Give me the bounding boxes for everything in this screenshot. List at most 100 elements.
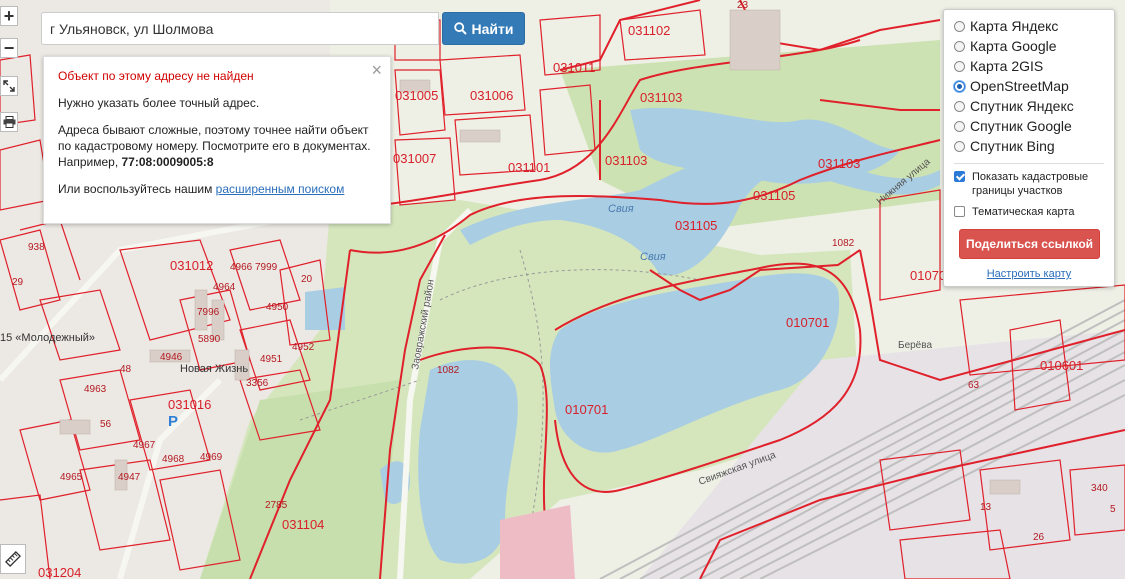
close-icon[interactable]: × [371,61,382,79]
parcel-label: 4968 [162,454,185,465]
map-type-list: Карта Яндекс Карта Google Карта 2GIS OpenSt… [954,16,1114,156]
map-type-option[interactable]: Спутник Яндекс [954,96,1114,116]
parcel-label: 48 [120,364,132,375]
radio-unselected[interactable] [954,40,965,52]
parcel-label: 7996 [197,307,220,318]
street-label: Берёва [898,340,932,351]
parcel-label: 63 [968,380,980,391]
parcel-label: 1082 [832,238,855,249]
map-type-option[interactable]: OpenStreetMap [954,76,1114,96]
popup-explanation: Адреса бывают сложные, поэтому точнее на… [58,123,371,169]
district-label: 15 «Молодежный» [0,332,95,344]
parcel-label: 4950 [266,302,289,313]
parcel-label: 1082 [437,365,460,376]
parcel-label: 7999 [255,262,278,273]
quarter-label: 031103 [605,153,647,168]
parcel-label: 5 [1110,504,1116,515]
checkbox-unchecked[interactable] [954,206,965,217]
place-label: Новая Жизнь [180,363,248,375]
not-found-popup: × Объект по этому адресу не найден Нужно… [43,56,391,224]
configure-map-link[interactable]: Настроить карту [954,268,1104,280]
zoom-in-button[interactable]: + [0,6,18,26]
quarter-label: 031102 [628,23,670,38]
thematic-toggle[interactable]: Тематическая карта [954,205,1114,219]
thematic-toggle-label: Тематическая карта [972,206,1075,218]
parcel-label: 56 [100,419,112,430]
checkbox-checked[interactable] [954,171,965,182]
quarter-label: 031016 [168,397,211,412]
parcel-label: 4946 [160,352,183,363]
quarter-label: 031101 [508,160,550,175]
radio-unselected[interactable] [954,120,965,132]
parcel-label: 4969 [200,452,223,463]
layers-panel: Карта Яндекс Карта Google Карта 2GIS OpenSt… [943,9,1115,287]
print-icon[interactable] [0,112,18,132]
parcel-label: 4951 [260,354,283,365]
search-button-label: Найти [471,20,514,37]
parcel-label: 26 [1033,532,1045,543]
parcel-label: 2785 [265,500,288,511]
parcel-label: 4947 [118,472,141,483]
parcel-label: 4952 [292,342,315,353]
popup-advanced-hint: Или воспользуйтесь нашим расширенным пои… [58,182,345,196]
map-type-label: Спутник Яндекс [970,98,1074,114]
map-type-option[interactable]: Спутник Google [954,116,1114,136]
quarter-label: 031104 [282,517,324,532]
radio-unselected[interactable] [954,20,965,32]
popup-hint: Нужно указать более точный адрес. [58,96,260,110]
quarter-label: 031105 [753,188,795,203]
radio-unselected[interactable] [954,60,965,72]
cadastral-example: 77:08:0009005:8 [121,155,214,169]
parking-icon: P [168,413,178,430]
parcel-label: 4967 [133,440,156,451]
address-search-input[interactable] [41,12,439,45]
river-label: Свия [608,203,634,215]
river-label: Свия [640,251,666,263]
quarter-label: 031103 [818,156,860,171]
map-type-label: Карта Google [970,38,1057,54]
parcel-label: 4963 [84,384,107,395]
radio-unselected[interactable] [954,140,965,152]
map-type-option[interactable]: Карта 2GIS [954,56,1114,76]
parcel-label: 29 [12,277,24,288]
map-type-option[interactable]: Карта Яндекс [954,16,1114,36]
quarter-label: 031011 [553,60,595,75]
map-type-label: Спутник Bing [970,138,1055,154]
parcel-label: 5890 [198,334,221,345]
quarter-label: 031007 [393,151,436,166]
cadastral-toggle-label: Показать кадастровые границы участков [972,171,1089,197]
parcel-label: 938 [28,242,45,253]
quarter-label: 031006 [470,88,513,103]
quarter-label: 010701 [565,402,608,417]
ruler-icon[interactable] [0,544,26,574]
map-type-label: OpenStreetMap [970,78,1069,94]
map-type-label: Карта Яндекс [970,18,1059,34]
map-type-label: Спутник Google [970,118,1072,134]
radio-unselected[interactable] [954,100,965,112]
cadastral-toggle[interactable]: Показать кадастровые границы участков [954,170,1114,198]
advanced-search-link[interactable]: расширенным поиском [216,182,345,196]
map-type-option[interactable]: Карта Google [954,36,1114,56]
fullscreen-icon[interactable] [0,76,18,96]
search-icon [453,22,467,35]
quarter-label: 031012 [170,258,213,273]
map-type-label: Карта 2GIS [970,58,1044,74]
quarter-label: 031105 [675,218,717,233]
share-link-button[interactable]: Поделиться ссылкой [959,229,1100,259]
parcel-label: 4964 [213,282,236,293]
quarter-label: 031005 [395,88,438,103]
parcel-label: 4965 [60,472,83,483]
parcel-label: 340 [1091,483,1108,494]
parcel-label: 23 [737,0,749,11]
parcel-label: 4966 [230,262,253,273]
parcel-label: 13 [980,502,992,513]
map-type-option[interactable]: Спутник Bing [954,136,1114,156]
quarter-label: 010701 [786,315,829,330]
radio-selected[interactable] [954,80,965,92]
pond-sw [305,287,345,330]
search-button[interactable]: Найти [442,12,525,45]
divider [954,163,1104,164]
zoom-out-button[interactable]: − [0,38,18,58]
parcel-label: 3356 [246,378,269,389]
quarter-label: 010601 [1040,358,1083,373]
